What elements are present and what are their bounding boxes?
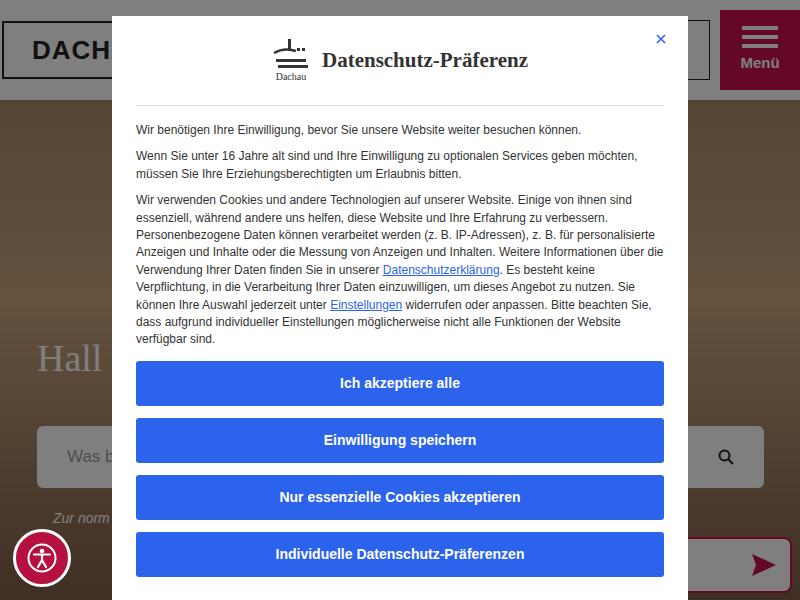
close-button[interactable]: [654, 32, 668, 46]
close-icon: [656, 34, 666, 44]
text-segment: Wir benötigen Ihre Einwilligung, bevor S…: [136, 123, 581, 137]
consent-button[interactable]: Individuelle Datenschutz-Präferenzen: [136, 532, 664, 577]
consent-button[interactable]: Einwilligung speichern: [136, 418, 664, 463]
modal-text: Wir benötigen Ihre Einwilligung, bevor S…: [136, 122, 664, 346]
modal-title: Datenschutz-Präferenz: [322, 45, 528, 77]
consent-button[interactable]: Ich akzeptiere alle: [136, 361, 664, 406]
logo-caption: Dachau: [276, 71, 307, 83]
consent-paragraph: Wir benötigen Ihre Einwilligung, bevor S…: [136, 122, 664, 139]
modal-logo: Dachau: [272, 39, 310, 83]
accessibility-button[interactable]: [13, 529, 71, 587]
consent-paragraph: Wenn Sie unter 16 Jahre alt sind und Ihr…: [136, 148, 664, 183]
modal-buttons: Ich akzeptiere alle Einwilligung speicher…: [136, 361, 664, 577]
modal-header: Dachau Datenschutz-Präferenz: [136, 16, 664, 106]
dachau-logo-icon: [272, 39, 310, 71]
consent-button[interactable]: Nur essenzielle Cookies akzeptieren: [136, 475, 664, 520]
consent-link[interactable]: Datenschutzerklärung: [383, 263, 500, 277]
consent-paragraph: Wir verwenden Cookies und andere Technol…: [136, 192, 664, 346]
accessibility-icon: [27, 543, 57, 573]
consent-modal: Dachau Datenschutz-Präferenz Wir benötigen…: [112, 16, 688, 600]
text-segment: Wenn Sie unter 16 Jahre alt sind und Ihr…: [136, 149, 637, 180]
consent-link[interactable]: Einstellungen: [330, 298, 402, 312]
